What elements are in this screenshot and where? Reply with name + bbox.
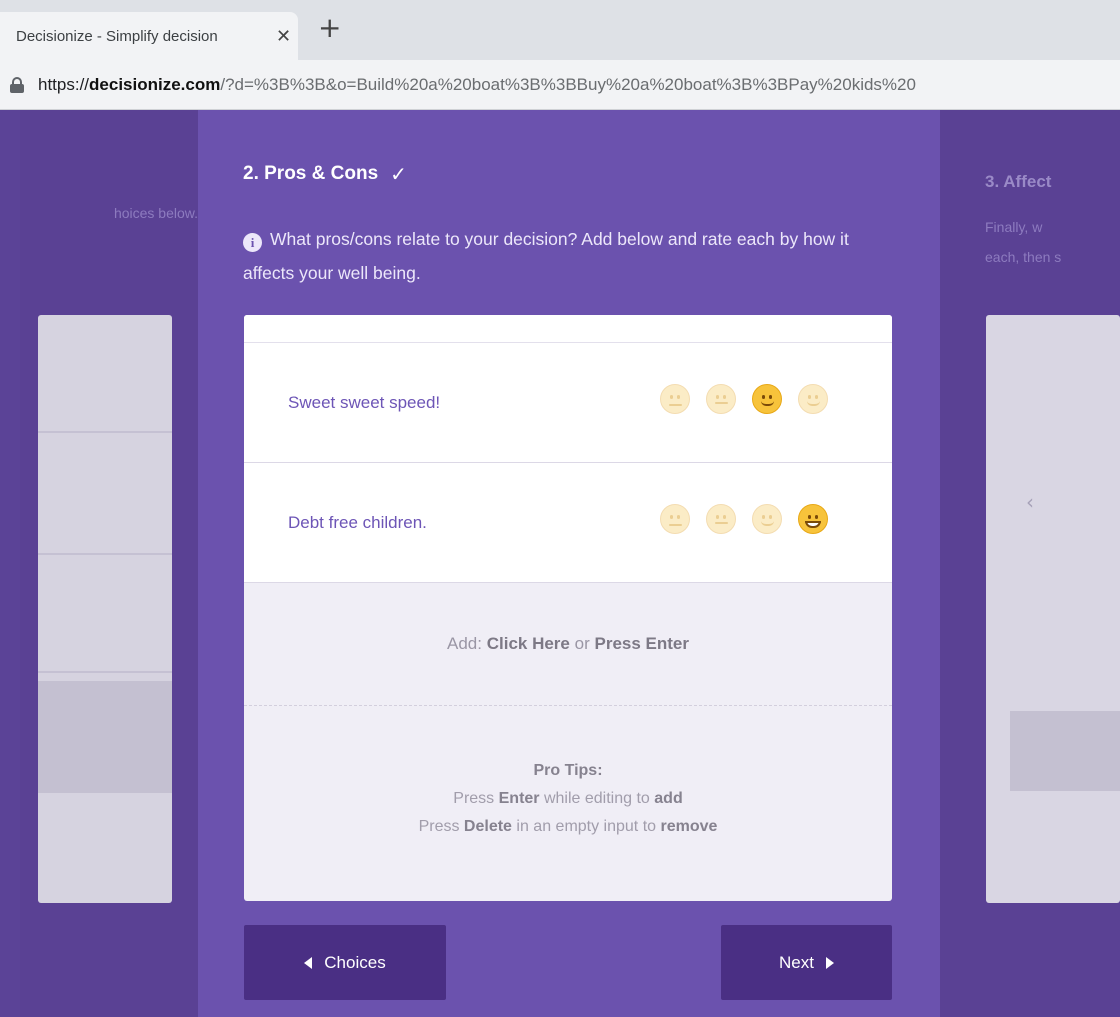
- url-scheme: https://: [38, 74, 90, 94]
- add-prefix: Add:: [447, 634, 482, 653]
- divider: [244, 705, 892, 706]
- browser-tab-bar: Decisionize - Simplify decision ✕ +: [0, 0, 1120, 60]
- pro-tips: Pro Tips: Press Enter while editing to a…: [244, 757, 892, 841]
- step-3-title: 3. Affect: [985, 172, 1052, 191]
- tip-add: Press Enter while editing to add: [453, 790, 683, 807]
- address-bar[interactable]: https://decisionize.com/?d=%3B%3B&o=Buil…: [0, 60, 1120, 110]
- very-happy-face-icon[interactable]: [798, 384, 828, 414]
- rating-faces: [660, 504, 828, 534]
- url-query: /?d=%3B%3B&o=Build%20a%20boat%3B%3BBuy%2…: [220, 74, 916, 94]
- add-item-button[interactable]: Add: Click Here or Press Enter: [244, 583, 892, 705]
- happy-face-icon[interactable]: [752, 384, 782, 414]
- add-click-here[interactable]: Click Here: [487, 634, 570, 654]
- happy-face-icon[interactable]: [752, 504, 782, 534]
- triangle-right-icon: [825, 956, 834, 969]
- pro-tips-title: Pro Tips:: [533, 762, 603, 779]
- step-3-description-line-1: Finally, w: [985, 219, 1043, 235]
- browser-tab[interactable]: Decisionize - Simplify decision ✕: [0, 12, 298, 60]
- list-item[interactable]: Debt free children.: [244, 463, 892, 583]
- next-button-label: Next: [779, 952, 814, 972]
- step-description-text: What pros/cons relate to your decision? …: [243, 229, 849, 283]
- lock-icon: [10, 76, 24, 93]
- chevron-left-icon[interactable]: ‹: [1026, 490, 1034, 514]
- add-or: or: [574, 634, 590, 653]
- triangle-left-icon: [304, 956, 313, 969]
- step-3-card: ‹: [986, 315, 1120, 903]
- page-content: hoices below. 2. Pros & Cons ✓ i What pro…: [0, 110, 1120, 1017]
- url-text[interactable]: https://decisionize.com/?d=%3B%3B&o=Buil…: [38, 75, 916, 95]
- very-happy-face-icon[interactable]: [798, 504, 828, 534]
- step-1-card: [38, 315, 172, 903]
- list-item[interactable]: Sweet sweet speed!: [244, 343, 892, 463]
- sad-face-icon[interactable]: [660, 384, 690, 414]
- url-domain: decisionize.com: [89, 74, 221, 94]
- next-button[interactable]: Next: [721, 925, 892, 1000]
- tab-title: Decisionize - Simplify decision: [16, 27, 218, 45]
- step-1-panel: hoices below.: [20, 110, 198, 1017]
- checkmark-icon: ✓: [390, 162, 407, 186]
- neutral-face-icon[interactable]: [706, 504, 736, 534]
- step-description: i What pros/cons relate to your decision?…: [243, 222, 893, 290]
- step-3-description-line-2: each, then s: [985, 249, 1062, 265]
- sad-face-icon[interactable]: [660, 504, 690, 534]
- info-icon: i: [243, 233, 262, 252]
- add-press-enter: Press Enter: [594, 634, 689, 653]
- tip-remove: Press Delete in an empty input to remove: [418, 818, 718, 835]
- pros-cons-card: Sweet sweet speed! Debt free children. A…: [244, 315, 892, 901]
- step-1-description: hoices below.: [113, 205, 198, 221]
- step-3-description: Finally, w each, then s: [985, 212, 1120, 272]
- card-header-strip: [244, 315, 892, 343]
- step-3-panel: 3. Affect Finally, w each, then s ‹: [940, 110, 1120, 1017]
- neutral-face-icon[interactable]: [706, 384, 736, 414]
- step-title-text: 2. Pros & Cons: [243, 163, 379, 184]
- new-tab-icon[interactable]: +: [318, 14, 341, 42]
- item-label[interactable]: Debt free children.: [288, 513, 427, 533]
- item-label[interactable]: Sweet sweet speed!: [288, 393, 440, 413]
- rating-faces: [660, 384, 828, 414]
- back-button-label: Choices: [324, 952, 386, 972]
- step-2-panel: 2. Pros & Cons ✓ i What pros/cons relate …: [198, 110, 940, 1017]
- close-tab-icon[interactable]: ✕: [276, 26, 291, 47]
- back-to-choices-button[interactable]: Choices: [244, 925, 446, 1000]
- step-title: 2. Pros & Cons ✓: [243, 162, 407, 186]
